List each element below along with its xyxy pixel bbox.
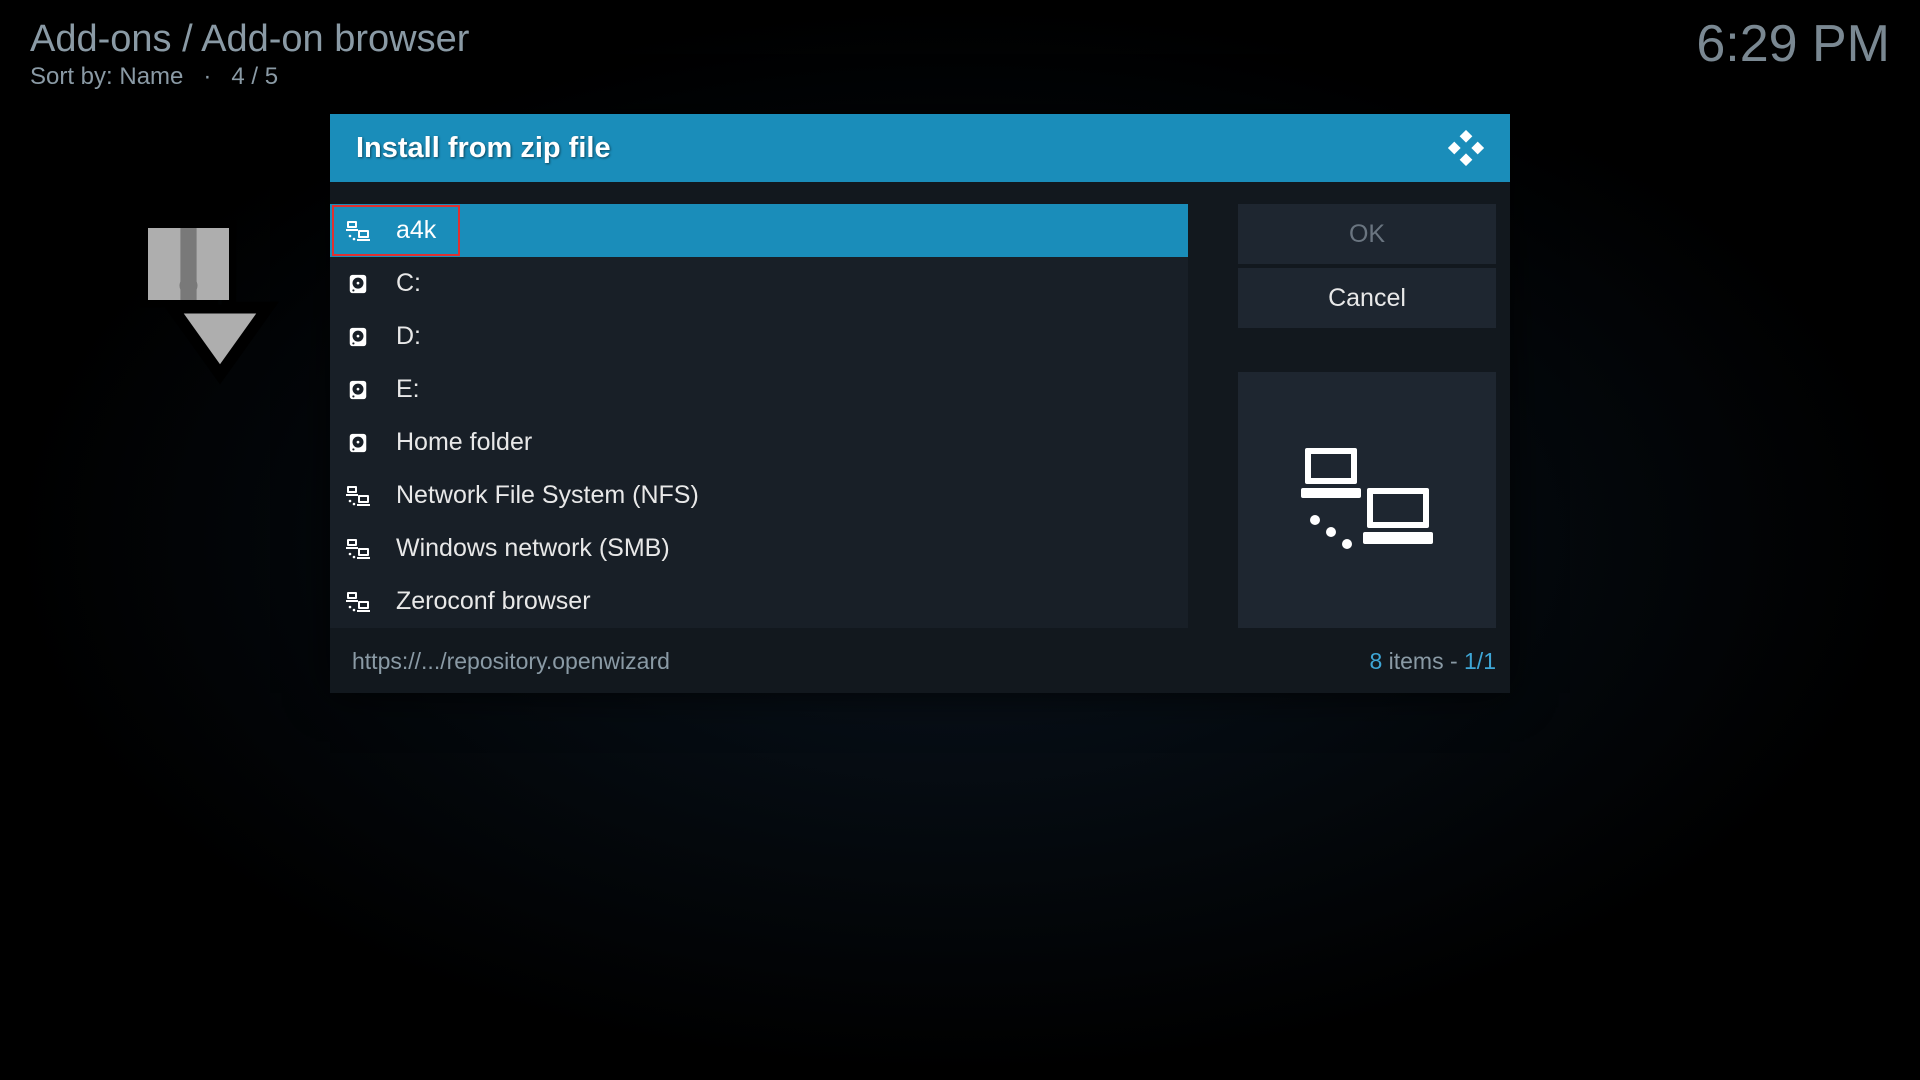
- install-from-zip-dialog: Install from zip file a4k C: D: E: Home fold…: [330, 114, 1510, 693]
- footer-page: 1/1: [1464, 648, 1496, 674]
- drive-icon: [346, 431, 370, 455]
- dialog-footer: https://.../repository.openwizard 8 item…: [330, 640, 1510, 693]
- drive-icon: [346, 325, 370, 349]
- sort-line: Sort by: Name · 4 / 5: [30, 63, 1890, 91]
- network-icon: [346, 537, 370, 561]
- side-panel: OK Cancel: [1238, 204, 1496, 628]
- file-row-label: E:: [396, 375, 420, 404]
- network-icon: [346, 484, 370, 508]
- file-row-label: Zeroconf browser: [396, 587, 591, 616]
- network-icon: [346, 219, 370, 243]
- file-row-label: Windows network (SMB): [396, 534, 670, 563]
- network-icon: [346, 590, 370, 614]
- breadcrumb: Add-ons / Add-on browser: [30, 18, 1890, 61]
- ok-button[interactable]: OK: [1238, 204, 1496, 264]
- file-row-label: Home folder: [396, 428, 532, 457]
- file-row-network-file-system-nfs-[interactable]: Network File System (NFS): [330, 469, 1188, 522]
- sort-label: Sort by: Name: [30, 63, 183, 90]
- file-list: a4k C: D: E: Home folder Network File System …: [330, 204, 1188, 628]
- sort-separator: ·: [190, 63, 225, 90]
- zip-install-icon: [130, 210, 310, 390]
- file-row-label: D:: [396, 322, 421, 351]
- footer-count-num: 8: [1369, 648, 1382, 674]
- footer-count-text: items -: [1382, 648, 1464, 674]
- dialog-header: Install from zip file: [330, 114, 1510, 182]
- drive-icon: [346, 378, 370, 402]
- file-row-a4k[interactable]: a4k: [330, 204, 1188, 257]
- file-row-label: a4k: [396, 216, 436, 245]
- network-computers-icon: [1297, 440, 1437, 560]
- sort-position: 4 / 5: [231, 63, 278, 90]
- footer-count: 8 items - 1/1: [1369, 648, 1496, 675]
- footer-path: https://.../repository.openwizard: [352, 648, 670, 675]
- cancel-button[interactable]: Cancel: [1238, 268, 1496, 328]
- file-row-d-[interactable]: D:: [330, 310, 1188, 363]
- drive-icon: [346, 272, 370, 296]
- file-row-label: C:: [396, 269, 421, 298]
- file-row-label: Network File System (NFS): [396, 481, 699, 510]
- file-row-windows-network-smb-[interactable]: Windows network (SMB): [330, 522, 1188, 575]
- dialog-title: Install from zip file: [356, 132, 611, 165]
- file-row-zeroconf-browser[interactable]: Zeroconf browser: [330, 575, 1188, 628]
- kodi-logo-icon: [1448, 130, 1484, 166]
- file-row-home-folder[interactable]: Home folder: [330, 416, 1188, 469]
- clock: 6:29 PM: [1696, 14, 1890, 74]
- file-row-e-[interactable]: E:: [330, 363, 1188, 416]
- preview-box: [1238, 372, 1496, 628]
- file-row-c-[interactable]: C:: [330, 257, 1188, 310]
